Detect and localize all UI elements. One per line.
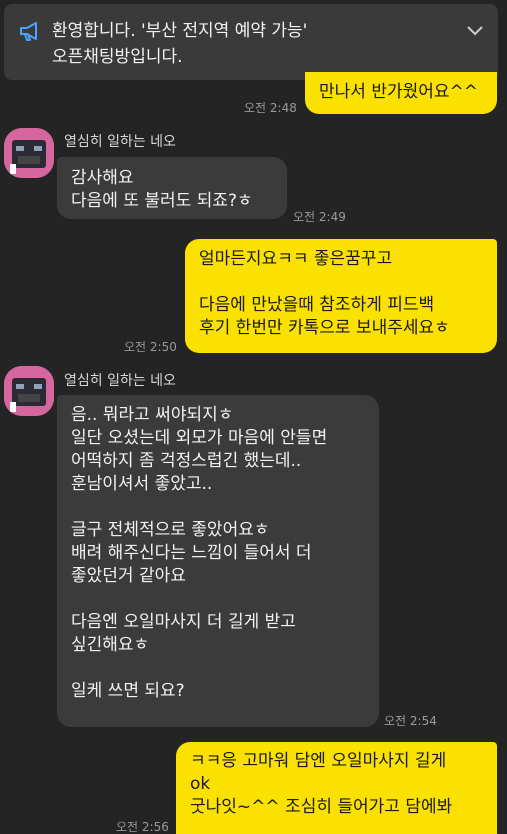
message-time: 오전 2:50	[124, 340, 177, 354]
message-time: 오전 2:48	[244, 101, 297, 115]
avatar-neo-icon	[4, 366, 54, 416]
avatar[interactable]	[4, 366, 54, 416]
message-time: 오전 2:49	[293, 210, 346, 224]
message-time: 오전 2:54	[384, 714, 437, 728]
avatar[interactable]	[4, 128, 54, 178]
notice-banner[interactable]: 환영합니다. '부산 전지역 예약 가능' 오픈채팅방입니다.	[4, 4, 498, 80]
my-message-bubble[interactable]: 만나서 반가웠어요^^	[305, 72, 497, 114]
chevron-down-icon[interactable]	[466, 22, 484, 36]
message-time: 오전 2:56	[116, 820, 169, 834]
sender-name: 열심히 일하는 네오	[64, 373, 176, 389]
megaphone-icon	[18, 20, 42, 42]
notice-text: 환영합니다. '부산 전지역 예약 가능' 오픈채팅방입니다.	[52, 21, 308, 67]
my-message-bubble[interactable]: ㅋㅋ응 고마워 담엔 오일마사지 길게 ok 굿나잇~^^ 조심히 들어가고 담…	[176, 742, 497, 834]
other-message-bubble[interactable]: 감사해요 다음에 또 불러도 되죠?ㅎ	[57, 157, 287, 219]
other-message-bubble[interactable]: 음.. 뭐라고 써야되지ㅎ 일단 오셨는데 외모가 마음에 안들면 어떡하지 좀…	[57, 395, 379, 727]
sender-name: 열심히 일하는 네오	[64, 134, 176, 150]
avatar-neo-icon	[4, 128, 54, 178]
my-message-bubble[interactable]: 얼마든지요ㅋㅋ 좋은꿈꾸고 다음에 만났을때 참조하게 피드백 후기 한번만 카…	[185, 239, 497, 353]
